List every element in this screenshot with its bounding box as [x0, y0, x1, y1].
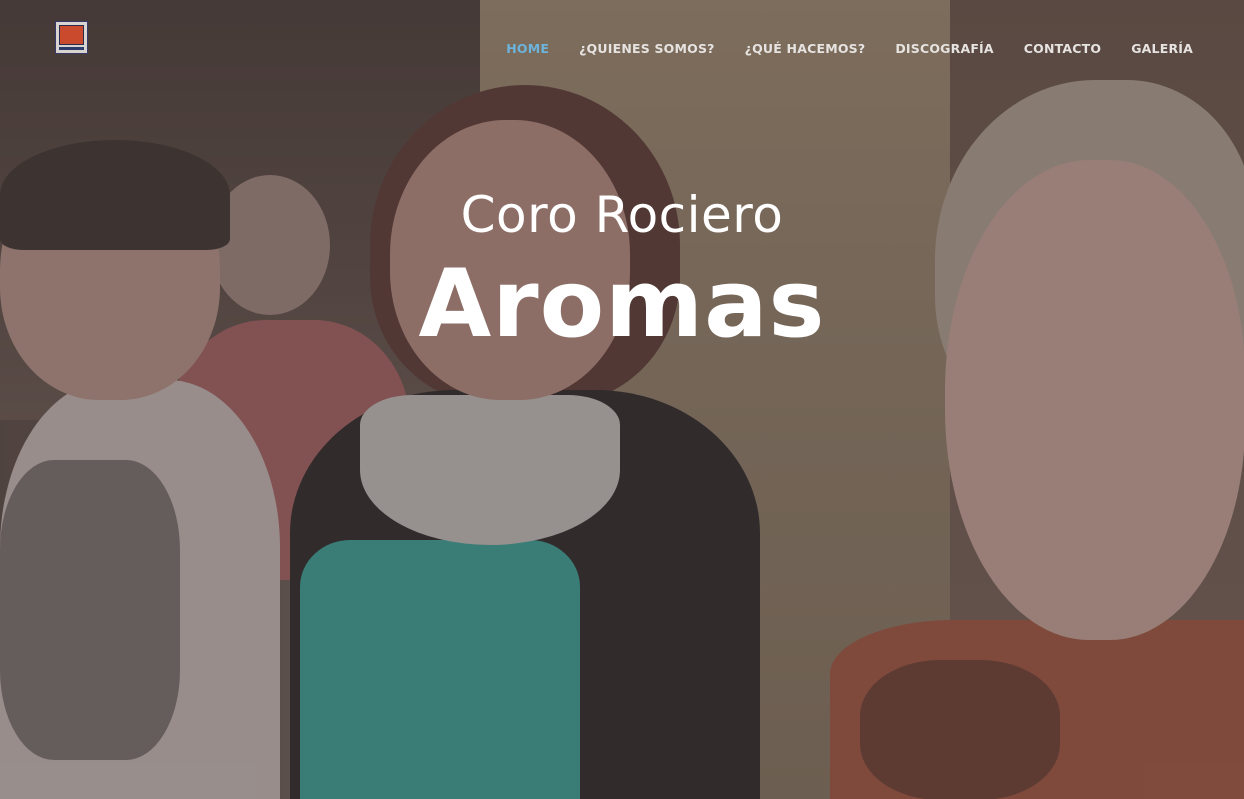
main-nav: HOME ¿QUIENES SOMOS? ¿QUÉ HACEMOS? DISCO…: [506, 41, 1193, 56]
nav-item-discografia[interactable]: DISCOGRAFÍA: [895, 41, 993, 56]
hero-subtitle: Coro Rociero: [460, 186, 784, 244]
hero-overlay: [0, 0, 1244, 799]
site-logo[interactable]: [55, 21, 88, 54]
logo-emblem-icon: [59, 25, 84, 45]
nav-item-galeria[interactable]: GALERÍA: [1131, 41, 1193, 56]
hero-title: Aromas: [418, 250, 826, 359]
logo-strip: [59, 47, 84, 50]
nav-item-contacto[interactable]: CONTACTO: [1024, 41, 1101, 56]
hero-section: HOME ¿QUIENES SOMOS? ¿QUÉ HACEMOS? DISCO…: [0, 0, 1244, 799]
nav-item-quienes-somos[interactable]: ¿QUIENES SOMOS?: [579, 41, 715, 56]
nav-item-que-hacemos[interactable]: ¿QUÉ HACEMOS?: [745, 41, 866, 56]
hero-titles: Coro Rociero Aromas: [0, 180, 1244, 360]
nav-item-home[interactable]: HOME: [506, 41, 549, 56]
site-header: HOME ¿QUIENES SOMOS? ¿QUÉ HACEMOS? DISCO…: [0, 0, 1244, 96]
